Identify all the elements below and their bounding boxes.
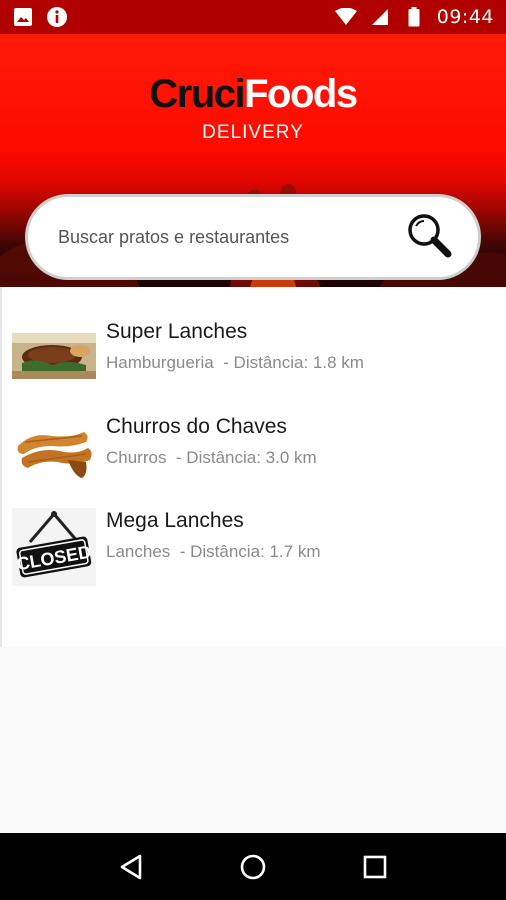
churros-thumbnail [11, 415, 97, 487]
restaurant-item[interactable]: CLOSED Mega Lanches Lanches - Distância:… [2, 507, 506, 599]
burger-thumbnail [11, 320, 97, 392]
app-header: CruciFoods DELIVERY Buscar pratos e rest… [0, 34, 506, 287]
logo-part-2: Foods [244, 72, 358, 116]
restaurant-item[interactable]: Churros do Chaves Churros - Distância: 3… [2, 415, 506, 505]
restaurant-item[interactable]: Super Lanches Hamburgueria - Distância: … [2, 320, 506, 410]
image-icon [12, 6, 34, 28]
navigation-bar [0, 833, 506, 900]
info-icon [46, 6, 68, 28]
recents-icon[interactable] [355, 847, 395, 887]
back-icon[interactable] [111, 847, 151, 887]
restaurant-name: Churros do Chaves [106, 415, 287, 438]
closed-sign-thumbnail: CLOSED [11, 507, 97, 587]
search-icon[interactable] [406, 212, 452, 263]
restaurant-name: Mega Lanches [106, 509, 244, 532]
battery-icon [403, 6, 425, 28]
app-logo: CruciFoods [0, 72, 506, 117]
restaurant-list: Super Lanches Hamburgueria - Distância: … [0, 287, 506, 647]
restaurant-meta: Hamburgueria - Distância: 1.8 km [106, 353, 364, 372]
search-bar[interactable]: Buscar pratos e restaurantes [25, 194, 481, 280]
search-input[interactable]: Buscar pratos e restaurantes [58, 227, 289, 248]
restaurant-meta: Lanches - Distância: 1.7 km [106, 542, 321, 561]
status-bar: 09:44 [0, 0, 506, 34]
logo-part-1: Cruci [149, 72, 245, 116]
restaurant-name: Super Lanches [106, 320, 248, 343]
clock: 09:44 [436, 6, 494, 28]
wifi-icon [334, 6, 357, 28]
home-icon[interactable] [233, 847, 273, 887]
empty-area [0, 647, 506, 833]
app-subtitle: DELIVERY [202, 122, 304, 143]
restaurant-meta: Churros - Distância: 3.0 km [106, 448, 317, 467]
signal-icon [369, 6, 391, 28]
